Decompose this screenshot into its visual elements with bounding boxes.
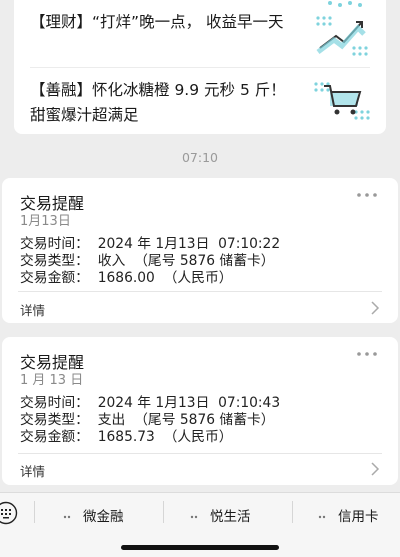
card-divider bbox=[18, 453, 382, 454]
card-date: 1月13日 bbox=[20, 214, 71, 229]
shopping-cart-icon bbox=[314, 82, 370, 120]
menu-dots-icon bbox=[190, 515, 198, 519]
details-link[interactable]: 详情 bbox=[20, 300, 45, 319]
transaction-time: 交易时间： 2024 年 1月13日 07:10:22 bbox=[20, 236, 281, 252]
transaction-amount: 交易金额： 1685.73 （人民币） bbox=[20, 429, 233, 445]
menu-separator bbox=[292, 501, 293, 523]
transaction-card[interactable]: 交易提醒 1月13日 交易时间： 2024 年 1月13日 07:10:22 交… bbox=[2, 178, 398, 323]
more-options-icon[interactable] bbox=[356, 351, 378, 357]
home-indicator bbox=[121, 545, 279, 550]
transaction-card[interactable]: 交易提醒 1 月 13 日 交易时间： 2024 年 1月13日 07:10:4… bbox=[2, 337, 398, 485]
promo-item-finance[interactable]: 【理财】“打烊”晚一点， 收益早一天 bbox=[14, 6, 386, 66]
transaction-type: 交易类型： 收入 （尾号 5876 储蓄卡） bbox=[20, 253, 275, 269]
menu-item-micro-finance[interactable]: 微金融 bbox=[63, 505, 124, 525]
more-options-icon[interactable] bbox=[356, 192, 378, 198]
menu-dots-icon bbox=[318, 515, 326, 519]
transaction-details: 交易时间： 2024 年 1月13日 07:10:43 交易类型： 支出 （尾号… bbox=[20, 395, 280, 446]
card-divider bbox=[18, 291, 382, 292]
transaction-type: 交易类型： 支出 （尾号 5876 储蓄卡） bbox=[20, 412, 275, 428]
menu-item-label: 信用卡 bbox=[338, 509, 379, 525]
growth-chart-icon bbox=[316, 16, 368, 56]
keyboard-icon[interactable] bbox=[0, 501, 18, 525]
transaction-amount: 交易金额： 1686.00 （人民币） bbox=[20, 270, 233, 286]
menu-item-label: 微金融 bbox=[83, 509, 124, 525]
chevron-right-icon bbox=[371, 301, 380, 315]
transaction-details: 交易时间： 2024 年 1月13日 07:10:22 交易类型： 收入 （尾号… bbox=[20, 236, 280, 287]
menu-item-joy-life[interactable]: 悦生活 bbox=[190, 505, 251, 525]
menu-separator bbox=[34, 501, 35, 523]
promo-text: 【理财】“打烊”晚一点， 收益早一天 bbox=[30, 13, 284, 31]
menu-item-label: 悦生活 bbox=[210, 509, 251, 525]
message-timestamp: 07:10 bbox=[181, 150, 219, 165]
promo-item-shanrong[interactable]: 【善融】怀化冰糖橙 9.9 元秒 5 斤！ 甜蜜爆汁超满足 bbox=[14, 74, 386, 134]
menu-separator bbox=[163, 501, 164, 523]
promo-divider bbox=[30, 67, 370, 68]
card-date: 1 月 13 日 bbox=[20, 373, 84, 388]
transaction-time: 交易时间： 2024 年 1月13日 07:10:43 bbox=[20, 395, 281, 411]
chevron-right-icon bbox=[371, 462, 380, 476]
promo-card: 【理财】“打烊”晚一点， 收益早一天 【善融】怀化冰糖橙 9.9 元秒 5 斤！… bbox=[14, 0, 386, 134]
details-link[interactable]: 详情 bbox=[20, 461, 45, 480]
menu-dots-icon bbox=[63, 515, 71, 519]
menu-item-credit-card[interactable]: 信用卡 bbox=[318, 505, 379, 525]
promo-text: 【善融】怀化冰糖橙 9.9 元秒 5 斤！ 甜蜜爆汁超满足 bbox=[30, 81, 286, 124]
